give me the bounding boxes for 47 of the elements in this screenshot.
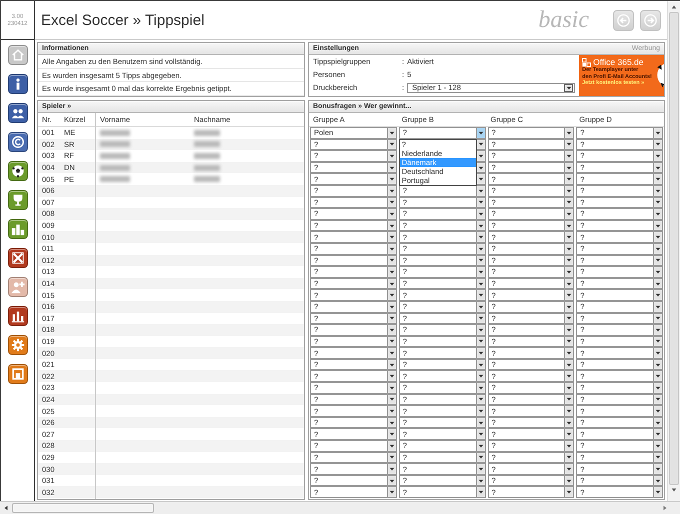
scroll-left-icon xyxy=(3,505,9,511)
scroll-thumb[interactable] xyxy=(12,503,154,513)
cross-button[interactable] xyxy=(8,248,28,268)
edition-label: basic xyxy=(538,6,589,34)
scroll-right-icon xyxy=(662,505,668,511)
home-button[interactable] xyxy=(8,45,28,65)
office-logo-icon xyxy=(582,58,592,67)
ball-button[interactable] xyxy=(8,161,28,181)
blurred-name xyxy=(194,152,220,159)
scroll-thumb[interactable] xyxy=(669,12,679,485)
settings-icon xyxy=(10,338,24,352)
add-user-button[interactable] xyxy=(8,277,28,297)
blurred-name xyxy=(100,164,130,171)
scroll-down-icon xyxy=(671,487,677,493)
house-icon xyxy=(10,48,24,62)
back-arrow-icon xyxy=(617,14,630,26)
copyright-icon xyxy=(10,135,24,149)
blurred-name xyxy=(194,164,220,171)
caret-icon xyxy=(566,84,572,90)
page-title: Excel Soccer » Tippspiel xyxy=(41,12,206,28)
blurred-name xyxy=(100,152,130,159)
horizontal-scrollbar[interactable] xyxy=(0,501,680,514)
ranking-button[interactable] xyxy=(8,219,28,239)
vertical-scrollbar[interactable] xyxy=(667,1,680,501)
blurred-name xyxy=(194,176,220,182)
add-user-icon xyxy=(10,280,24,294)
blurred-name xyxy=(100,130,130,136)
ad-brand: Office 365.de xyxy=(593,57,644,67)
bar-chart-icon xyxy=(10,309,24,323)
cross-icon xyxy=(10,251,24,265)
info-button[interactable] xyxy=(8,74,28,94)
copyright-button[interactable] xyxy=(8,132,28,152)
users-button[interactable] xyxy=(8,103,28,123)
users-icon xyxy=(10,106,24,120)
stop-button[interactable] xyxy=(8,364,28,384)
forward-arrow-icon xyxy=(644,14,657,26)
podium-icon xyxy=(10,222,24,236)
blurred-name xyxy=(194,141,220,148)
chart-button[interactable] xyxy=(8,306,28,326)
blurred-name xyxy=(100,176,130,182)
square-icon xyxy=(10,367,24,381)
blurred-name xyxy=(194,130,220,136)
blurred-name xyxy=(100,141,130,148)
scroll-up-icon xyxy=(671,4,677,10)
trophy-button[interactable] xyxy=(8,190,28,210)
trophy-icon xyxy=(10,193,24,207)
settings-button[interactable] xyxy=(8,335,28,355)
